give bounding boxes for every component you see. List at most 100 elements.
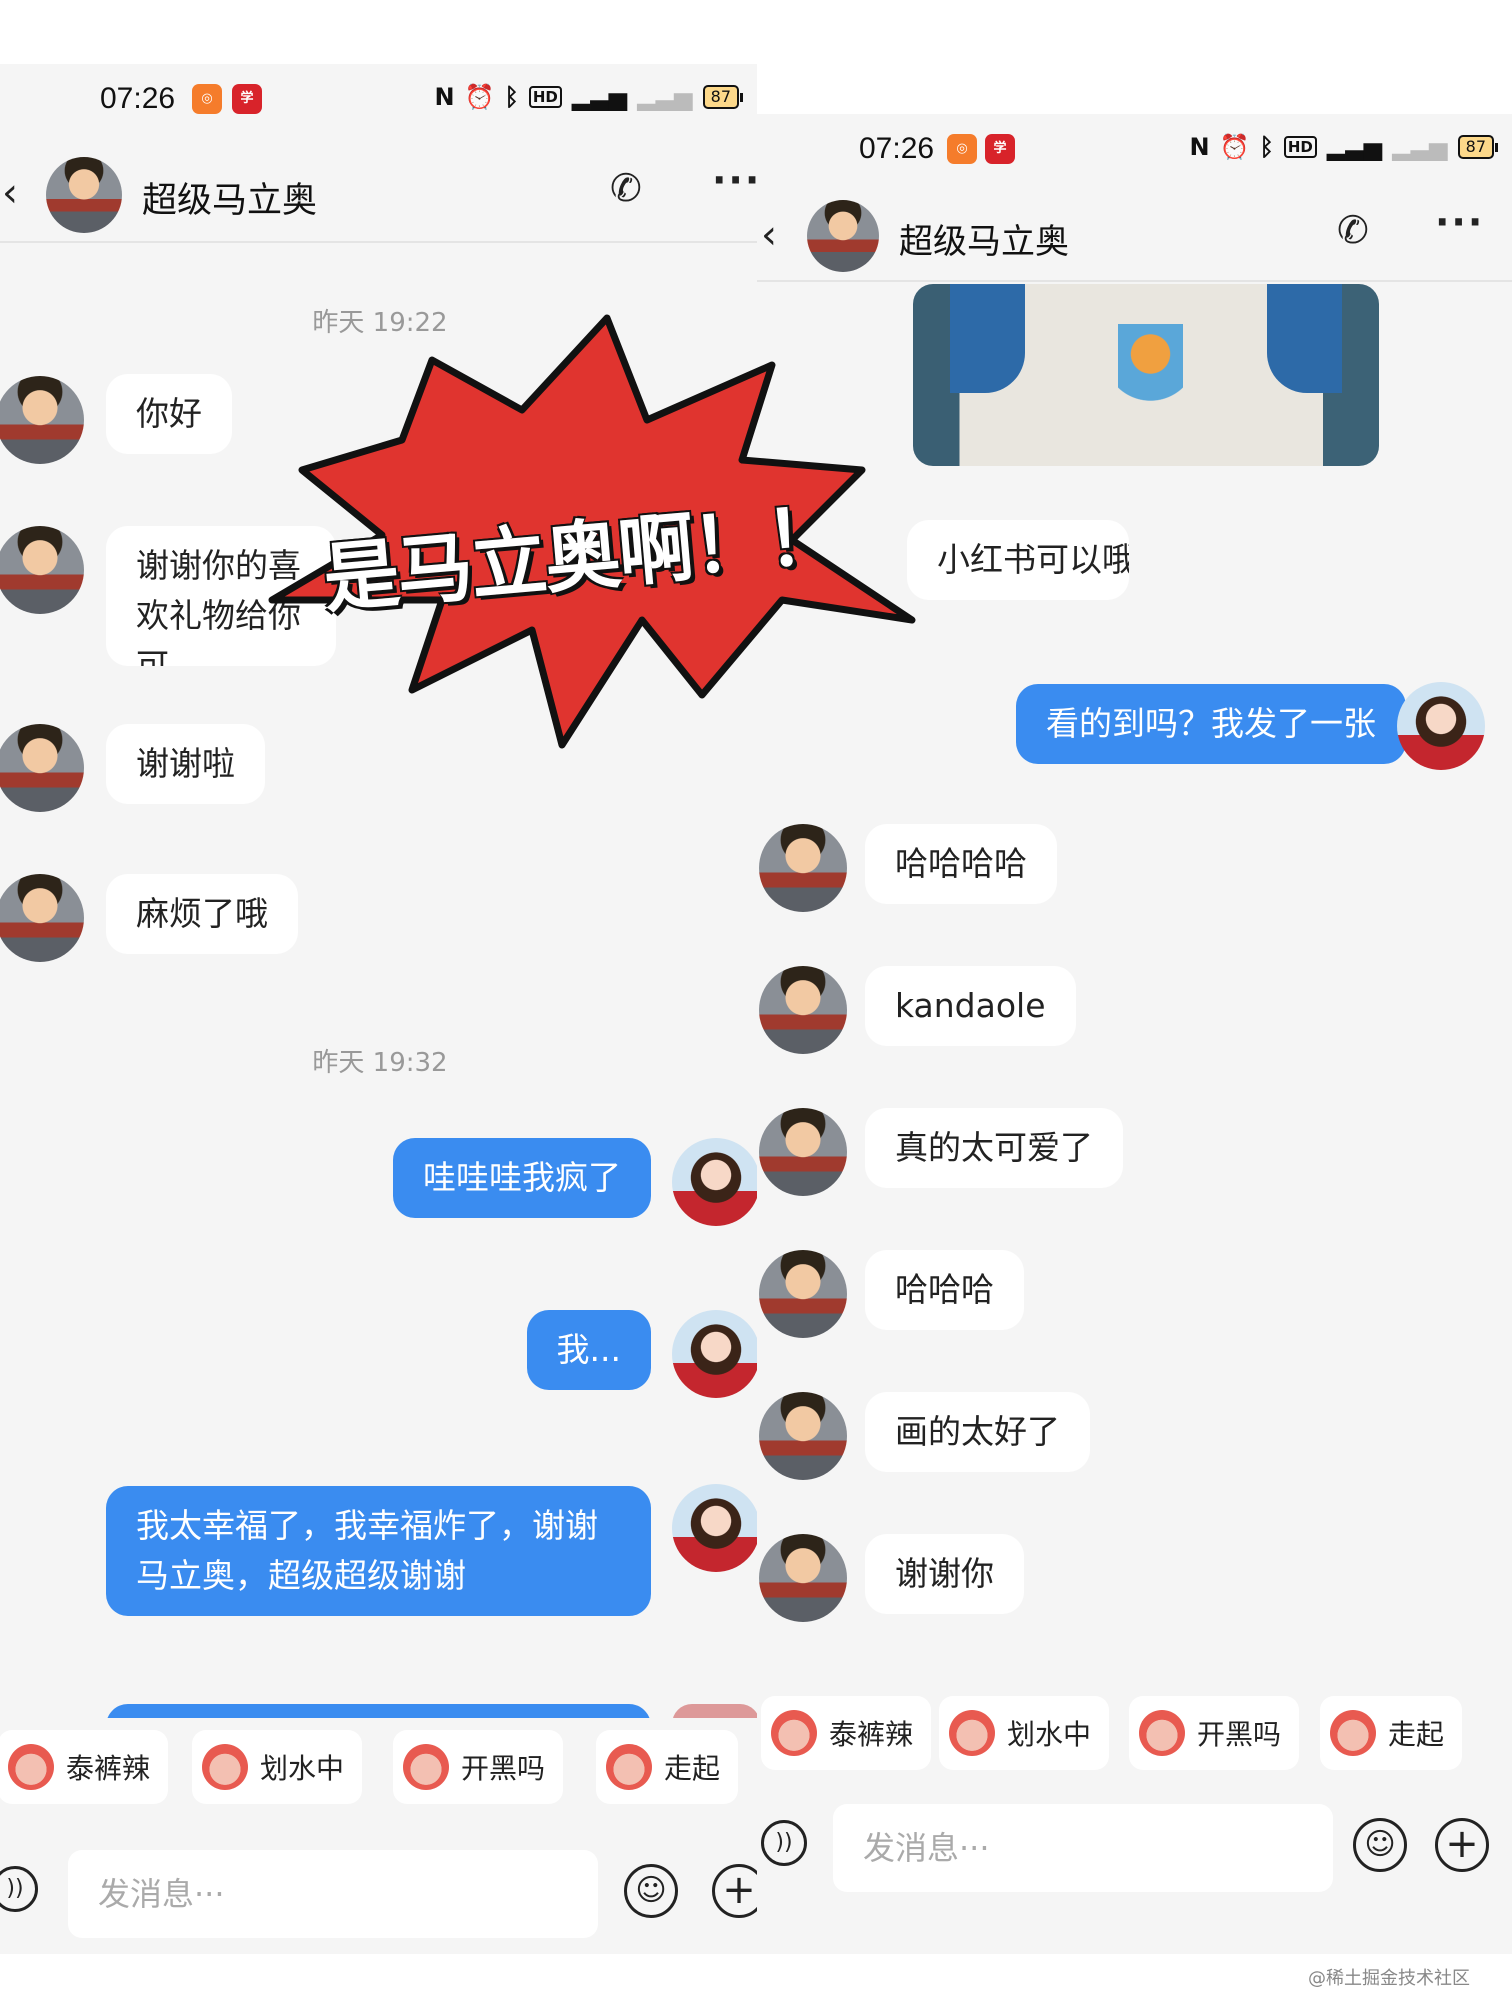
chat-header: ‹ 超级马立奥 ✆ ··· [757,194,1512,282]
message-input-row: )) 发消息··· ☺ + [0,1844,757,1944]
message-bubble[interactable]: 我... [526,1310,651,1390]
quick-reply-bar: 泰裤辣 划水中 开黑吗 走起 [0,1718,757,1818]
more-icon[interactable]: ··· [712,158,757,202]
signal-icon: ▂▃▅ [637,83,693,111]
message-bubble[interactable]: 画的太好了 [865,1392,1090,1472]
avatar[interactable] [759,1392,847,1480]
sticker-icon [949,1710,995,1756]
message-input-row: )) 发消息··· ☺ + [757,1796,1512,1896]
avatar[interactable] [0,724,84,812]
alarm-icon: ⏰ [464,83,495,111]
sticker-icon [1139,1710,1185,1756]
chip-label: 走起 [1388,1718,1445,1751]
avatar[interactable] [0,526,84,614]
chip-label: 泰裤辣 [66,1752,151,1785]
quick-reply-chip[interactable]: 走起 [1320,1696,1463,1770]
plus-icon[interactable]: + [712,1864,757,1918]
chip-label: 走起 [664,1752,721,1785]
contact-name: 超级马立奥 [899,222,1069,262]
nfc-icon: N [434,83,455,111]
sticker-icon [8,1744,54,1790]
more-icon[interactable]: ··· [1435,200,1484,244]
chip-label: 泰裤辣 [829,1718,914,1751]
quick-reply-bar: 泰裤辣 划水中 开黑吗 走起 [757,1684,1512,1784]
avatar[interactable] [759,1108,847,1196]
message-bubble[interactable]: 哇哇哇我疯了 [393,1138,651,1218]
signal-icon: ▂▃▅ [1326,133,1383,161]
message-bubble[interactable]: 麻烦了哦 [106,874,298,954]
emoji-icon[interactable]: ☺ [1353,1818,1407,1872]
quick-reply-chip[interactable]: 泰裤辣 [0,1730,169,1804]
signal-icon: ▂▃▅ [1392,133,1448,161]
status-bar: 07:26 ◎ 学 N ⏰ ᛒ HD ▂▃▅ ▂▃▅ 87 [757,114,1512,184]
message-bubble[interactable]: 哈哈哈哈 [865,824,1057,904]
quick-reply-chip[interactable]: 泰裤辣 [761,1696,932,1770]
contact-avatar[interactable] [46,157,122,233]
contact-avatar[interactable] [807,200,879,272]
system-icons: N ⏰ ᛒ HD ▂▃▅ ▂▃▅ 87 [434,82,743,112]
timestamp: 昨天 19:32 [312,1048,448,1078]
chip-label: 开黑吗 [1197,1718,1282,1751]
message-bubble[interactable]: 哈哈哈 [865,1250,1024,1330]
message-bubble[interactable]: 谢谢啦 [106,724,265,804]
message-bubble[interactable]: 我太幸福了，我幸福炸了，谢谢马立奥，超级超级谢谢 [106,1486,651,1616]
chip-label: 开黑吗 [461,1752,546,1785]
quick-reply-chip[interactable]: 划水中 [939,1696,1110,1770]
message-bubble[interactable]: 真的太可爱了 [865,1108,1123,1188]
message-bubble[interactable]: kandaole [865,966,1076,1046]
battery-icon: 87 [1457,135,1498,159]
sticker-icon [606,1744,652,1790]
battery-level: 87 [1457,135,1494,159]
signal-icon: ▂▃▅ [571,83,628,111]
app-notification-icon: ◎ [192,84,222,114]
chip-label: 划水中 [260,1752,345,1785]
status-time: 07:26 [859,132,935,165]
battery-level: 87 [702,85,739,109]
plus-icon[interactable]: + [1435,1818,1489,1872]
chat-header: ‹ 超级马立奥 ✆ ··· [0,148,757,243]
avatar[interactable] [759,1250,847,1338]
back-icon[interactable]: ‹ [761,212,777,258]
back-icon[interactable]: ‹ [2,170,18,216]
avatar[interactable] [1397,682,1485,770]
quick-reply-chip[interactable]: 走起 [596,1730,739,1804]
avatar[interactable] [672,1138,757,1226]
chip-label: 划水中 [1007,1718,1092,1751]
alarm-icon: ⏰ [1219,133,1250,161]
contact-name: 超级马立奥 [142,181,318,221]
message-bubble[interactable]: 你好 [106,374,232,454]
nfc-icon: N [1189,133,1210,161]
status-time: 07:26 [100,82,176,115]
message-input[interactable]: 发消息··· [68,1850,598,1938]
message-input[interactable]: 发消息··· [833,1804,1333,1892]
sticker-icon [202,1744,248,1790]
voice-icon[interactable]: )) [761,1820,807,1866]
avatar[interactable] [759,1534,847,1622]
quick-reply-chip[interactable]: 划水中 [192,1730,363,1804]
avatar[interactable] [0,874,84,962]
watermark: @稀土掘金技术社区 [1308,1968,1470,1989]
app-notification-icon: 学 [232,84,262,114]
avatar[interactable] [759,824,847,912]
voice-icon[interactable]: )) [0,1866,38,1912]
avatar[interactable] [672,1484,757,1572]
avatar[interactable] [0,376,84,464]
app-notification-icon: ◎ [947,134,977,164]
app-notification-icon: 学 [985,134,1015,164]
sticker-icon [771,1710,817,1756]
quick-reply-chip[interactable]: 开黑吗 [393,1730,564,1804]
avatar[interactable] [759,966,847,1054]
phone-icon[interactable]: ✆ [1337,208,1369,252]
emoji-icon[interactable]: ☺ [624,1864,678,1918]
status-bar: 07:26 ◎ 学 N ⏰ ᛒ HD ▂▃▅ ▂▃▅ 87 [0,64,757,134]
message-bubble[interactable]: 看的到吗？我发了一张 [1016,684,1406,764]
avatar[interactable] [672,1310,757,1398]
message-bubble[interactable]: 谢谢你 [865,1534,1024,1614]
system-icons: N ⏰ ᛒ HD ▂▃▅ ▂▃▅ 87 [1189,132,1498,162]
sent-image[interactable] [913,284,1379,466]
hd-icon: HD [1283,136,1317,158]
phone-icon[interactable]: ✆ [610,166,642,210]
sticker-icon [403,1744,449,1790]
bluetooth-icon: ᛒ [504,83,519,111]
quick-reply-chip[interactable]: 开黑吗 [1129,1696,1300,1770]
